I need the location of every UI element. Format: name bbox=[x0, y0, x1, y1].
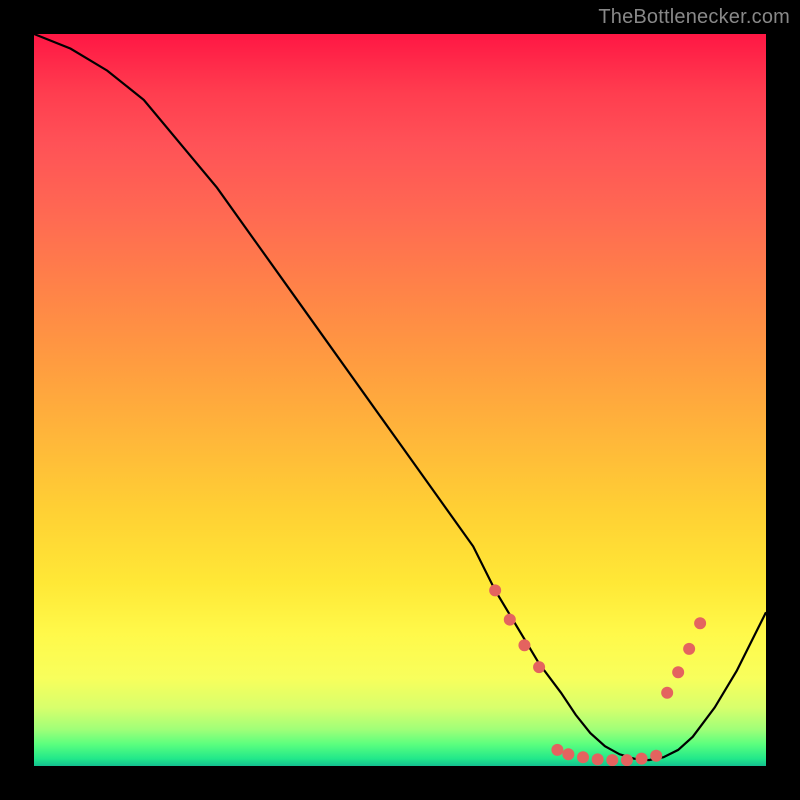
watermark: TheBottlenecker.com bbox=[598, 6, 790, 29]
marker-dot bbox=[661, 687, 673, 699]
marker-dot bbox=[592, 753, 604, 765]
chart-svg bbox=[34, 34, 766, 766]
marker-dot bbox=[533, 661, 545, 673]
marker-dot bbox=[489, 584, 501, 596]
marker-dot bbox=[518, 639, 530, 651]
marker-dot bbox=[504, 614, 516, 626]
bottleneck-curve bbox=[34, 34, 766, 760]
marker-dot bbox=[551, 744, 563, 756]
marker-dot bbox=[636, 753, 648, 765]
marker-dot bbox=[650, 750, 662, 762]
chart-container: TheBottlenecker.com bbox=[0, 0, 800, 800]
marker-dot bbox=[562, 748, 574, 760]
marker-dot bbox=[683, 643, 695, 655]
marker-dot bbox=[606, 754, 618, 766]
marker-dot bbox=[672, 666, 684, 678]
plot-area bbox=[34, 34, 766, 766]
marker-dot bbox=[577, 751, 589, 763]
marker-dot bbox=[621, 754, 633, 766]
marker-dot bbox=[694, 617, 706, 629]
